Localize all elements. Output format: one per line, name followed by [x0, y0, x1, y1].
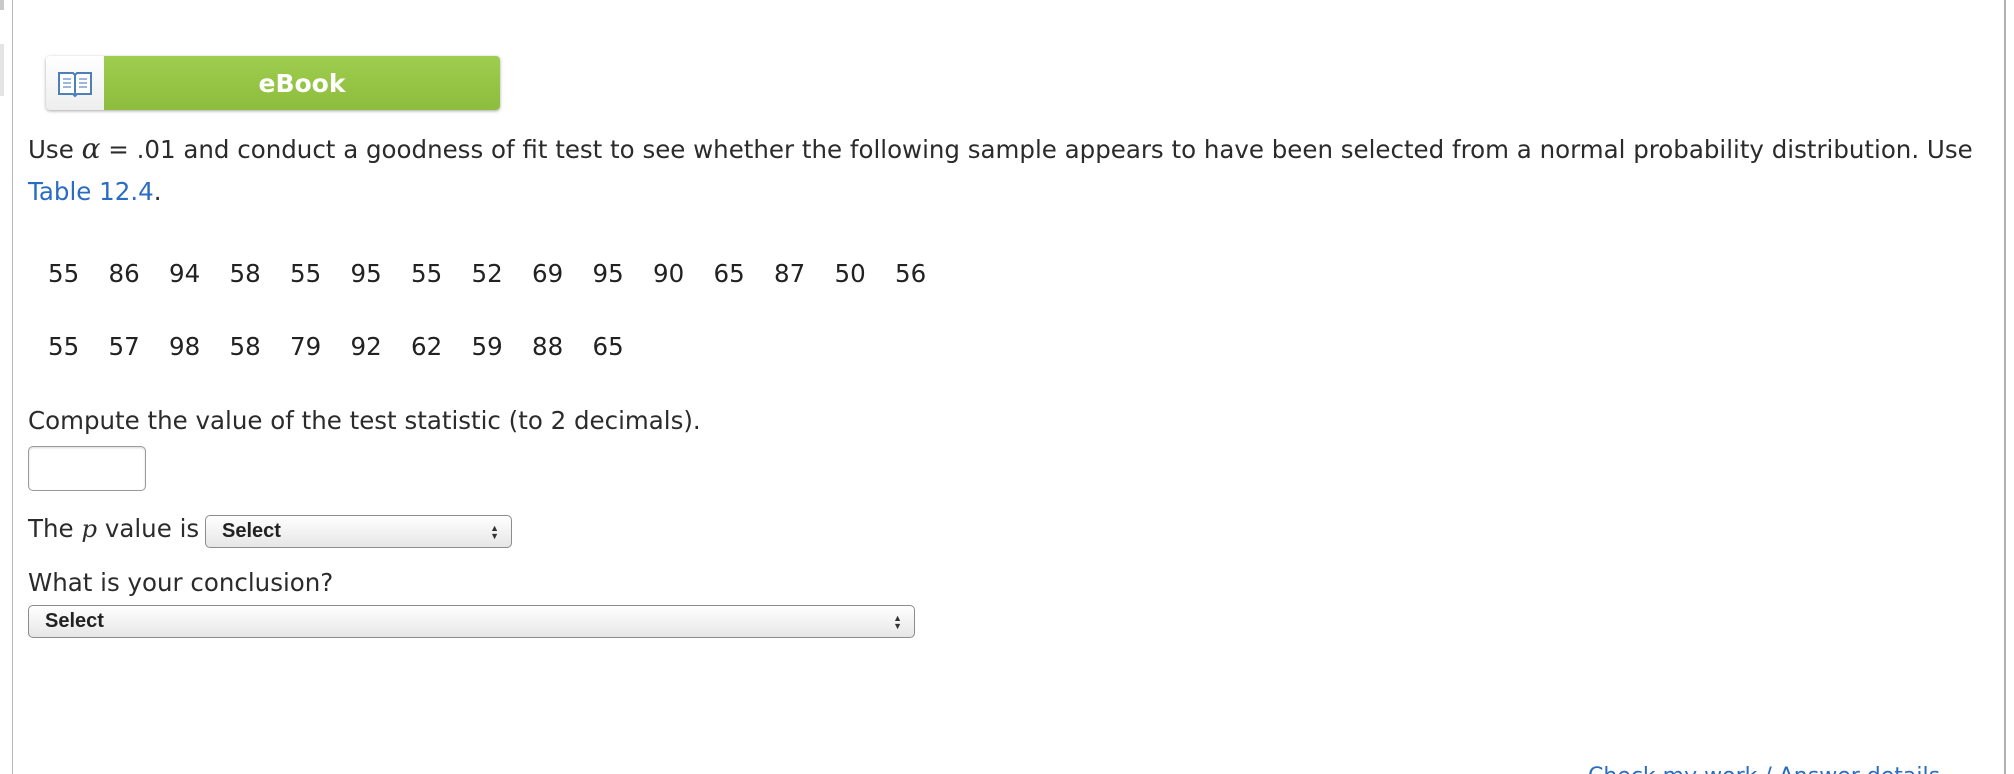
p-variable: p [81, 514, 98, 543]
right-divider [2004, 0, 2006, 774]
table-link[interactable]: Table 12.4 [28, 177, 154, 206]
sample-value: 65 [713, 259, 745, 288]
sample-value: 79 [290, 332, 322, 361]
sample-value: 94 [169, 259, 201, 288]
sample-value: 55 [48, 332, 80, 361]
sample-value: 52 [471, 259, 503, 288]
page: eBook Use α = .01 and conduct a goodness… [0, 0, 2014, 774]
p-value-suffix: value is [104, 514, 200, 543]
test-statistic-input[interactable] [28, 446, 146, 491]
open-book-icon [46, 56, 104, 110]
sample-value: 57 [108, 332, 140, 361]
sample-value: 58 [229, 332, 261, 361]
sample-value: 56 [895, 259, 927, 288]
sample-value: 95 [592, 259, 624, 288]
ebook-label: eBook [104, 56, 500, 110]
sample-value: 87 [774, 259, 806, 288]
sample-value: 86 [108, 259, 140, 288]
conclusion-select[interactable]: Select ▲ ▼ [28, 605, 915, 638]
question-text: Use α = .01 and conduct a goodness of fi… [28, 128, 1988, 213]
p-value-prompt: The p value is [28, 514, 199, 543]
sample-value: 50 [834, 259, 866, 288]
sample-value: 59 [471, 332, 503, 361]
sample-value: 65 [592, 332, 624, 361]
left-divider [12, 0, 13, 774]
p-value-select[interactable]: Select ▲ ▼ [205, 515, 512, 548]
alpha-symbol: α [81, 132, 101, 165]
sample-value: 58 [229, 259, 261, 288]
sample-row-2: 55 57 98 58 79 92 62 59 88 65 [48, 332, 653, 361]
question-intro: Use [28, 135, 74, 164]
conclusion-select-label: Select [45, 610, 104, 632]
window-edge-mark [0, 0, 4, 10]
select-arrows-icon: ▲ ▼ [490, 522, 499, 541]
p-value-select-label: Select [222, 520, 281, 542]
question-period: . [153, 177, 162, 206]
conclusion-prompt: What is your conclusion? [28, 568, 334, 597]
sample-value: 95 [350, 259, 382, 288]
window-edge-mark [0, 44, 4, 96]
sample-value: 55 [48, 259, 80, 288]
check-my-work-link[interactable]: Check my work / Answer details [1588, 764, 1940, 774]
sample-value: 62 [411, 332, 443, 361]
sample-value: 92 [350, 332, 382, 361]
sample-value: 69 [532, 259, 564, 288]
ebook-button[interactable]: eBook [46, 56, 500, 110]
sample-row-1: 55 86 94 58 55 95 55 52 69 95 90 65 87 5… [48, 259, 956, 288]
select-arrows-icon: ▲ ▼ [893, 612, 902, 631]
sample-value: 88 [532, 332, 564, 361]
test-statistic-prompt: Compute the value of the test statistic … [28, 406, 701, 435]
sample-value: 55 [290, 259, 322, 288]
equals-sign: = [108, 135, 129, 164]
sample-value: 55 [411, 259, 443, 288]
sample-value: 90 [653, 259, 685, 288]
question-body: .01 and conduct a goodness of fit test t… [136, 135, 1973, 164]
p-value-prefix: The [28, 514, 74, 543]
sample-value: 98 [169, 332, 201, 361]
